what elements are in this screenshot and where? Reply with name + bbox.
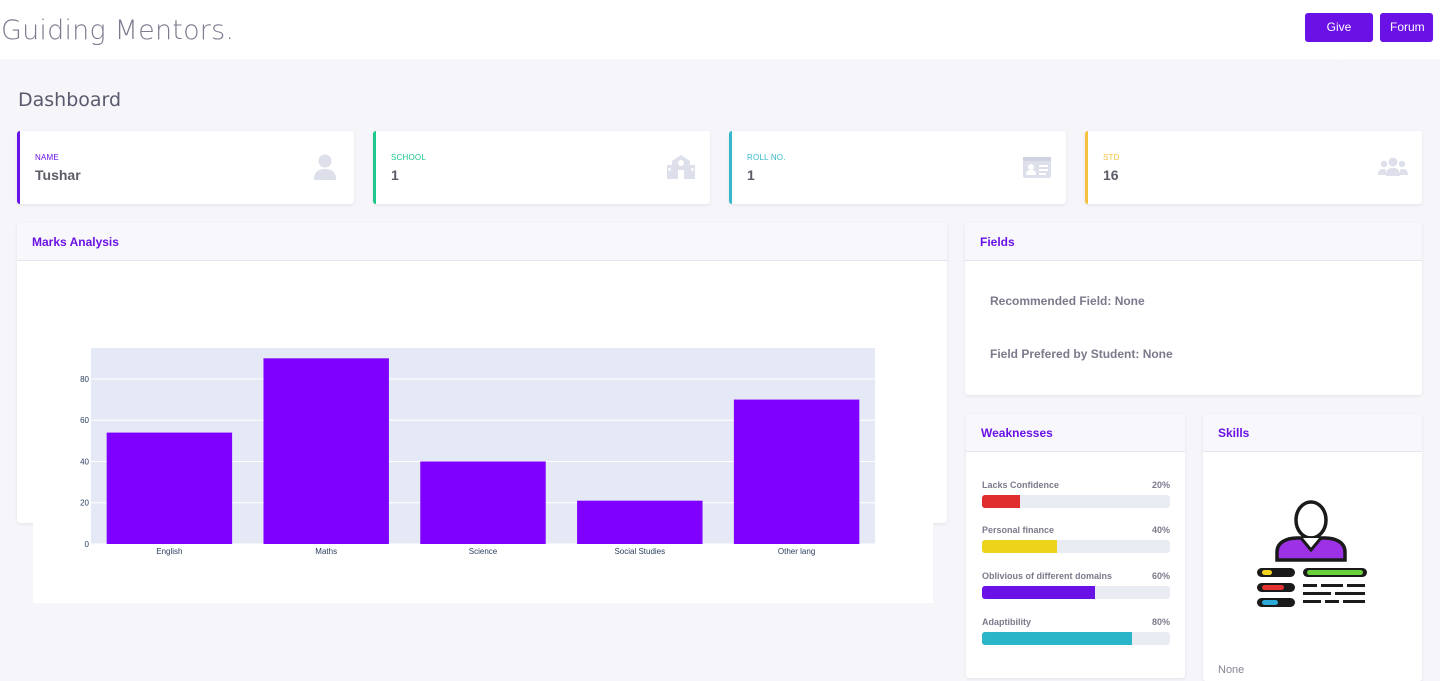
user-icon	[314, 154, 336, 180]
marks-bar-chart[interactable]: 0 20 40 60 80 English Maths Science Social Studi…	[33, 283, 933, 603]
forum-button[interactable]: Forum	[1380, 13, 1433, 42]
stat-label: NAME	[35, 153, 59, 162]
stat-label: STD	[1103, 153, 1120, 162]
stat-label: SCHOOL	[391, 153, 426, 162]
card-title: Weaknesses	[966, 414, 1185, 452]
stat-value: 1	[391, 167, 399, 183]
weakness-name: Personal finance	[982, 525, 1055, 535]
stat-value: 16	[1103, 167, 1119, 183]
card-title: Skills	[1203, 414, 1422, 452]
page-title: Dashboard	[18, 89, 122, 111]
progress-track	[982, 586, 1170, 599]
recommended-field: Recommended Field: None	[990, 294, 1145, 308]
progress-track	[982, 540, 1170, 553]
stat-value: 1	[747, 167, 755, 183]
weakness-percent: 40%	[1151, 525, 1170, 535]
top-navbar: Guiding Mentors. Give Test Forum	[0, 0, 1440, 63]
progress-fill	[982, 586, 1095, 599]
progress-fill	[982, 632, 1133, 645]
fields-card: Fields Recommended Field: None Field Pre…	[965, 223, 1422, 395]
x-tick-label: Maths	[315, 547, 337, 556]
x-tick-label: Social Studies	[614, 547, 665, 556]
weaknesses-card: Weaknesses Lacks Confidence 20% Personal…	[966, 414, 1185, 678]
y-tick-label: 80	[80, 375, 89, 384]
card-title: Marks Analysis	[17, 223, 947, 261]
stat-value: Tushar	[35, 167, 81, 183]
stat-card-school: SCHOOL 1	[373, 131, 710, 204]
progress-track	[982, 495, 1170, 508]
y-tick-label: 60	[80, 416, 89, 425]
school-icon	[667, 155, 695, 179]
progress-fill	[982, 495, 1020, 508]
id-card-icon	[1023, 157, 1051, 178]
card-title: Fields	[965, 223, 1422, 261]
preferred-field: Field Prefered by Student: None	[990, 347, 1173, 361]
x-tick-label: English	[156, 547, 182, 556]
person-skills-icon	[1257, 500, 1367, 607]
marks-chart-container: 0 20 40 60 80 English Maths Science Social Studi…	[33, 283, 933, 603]
weakness-percent: 20%	[1151, 480, 1170, 490]
stat-card-std: STD 16	[1085, 131, 1422, 204]
bar-social-studies[interactable]	[577, 500, 703, 544]
stat-card-roll-no: ROLL NO. 1	[729, 131, 1066, 204]
x-tick-label: Other lang	[778, 547, 815, 556]
skills-value: None	[1218, 664, 1245, 676]
stat-card-name: NAME Tushar	[17, 131, 354, 204]
progress-track	[982, 632, 1170, 645]
weakness-name: Lacks Confidence	[982, 480, 1060, 490]
skills-card: Skills None	[1203, 414, 1422, 681]
bar-science[interactable]	[420, 461, 546, 544]
y-tick-label: 20	[80, 499, 89, 508]
x-tick-label: Science	[469, 547, 498, 556]
y-tick-label: 0	[85, 540, 90, 549]
bar-english[interactable]	[106, 432, 233, 544]
bar-other-lang[interactable]	[733, 399, 860, 544]
y-tick-label: 40	[80, 457, 89, 466]
users-icon	[1378, 157, 1408, 176]
brand-logo[interactable]: Guiding Mentors.	[1, 15, 234, 46]
progress-fill	[982, 540, 1058, 553]
give-test-button[interactable]: Give Test	[1305, 13, 1373, 63]
weakness-percent: 60%	[1151, 571, 1170, 581]
weakness-name: Adaptibility	[982, 617, 1031, 627]
weakness-name: Oblivious of different domains	[982, 571, 1113, 581]
bar-maths[interactable]	[263, 358, 389, 544]
stat-label: ROLL NO.	[747, 153, 786, 162]
weakness-percent: 80%	[1151, 617, 1170, 627]
